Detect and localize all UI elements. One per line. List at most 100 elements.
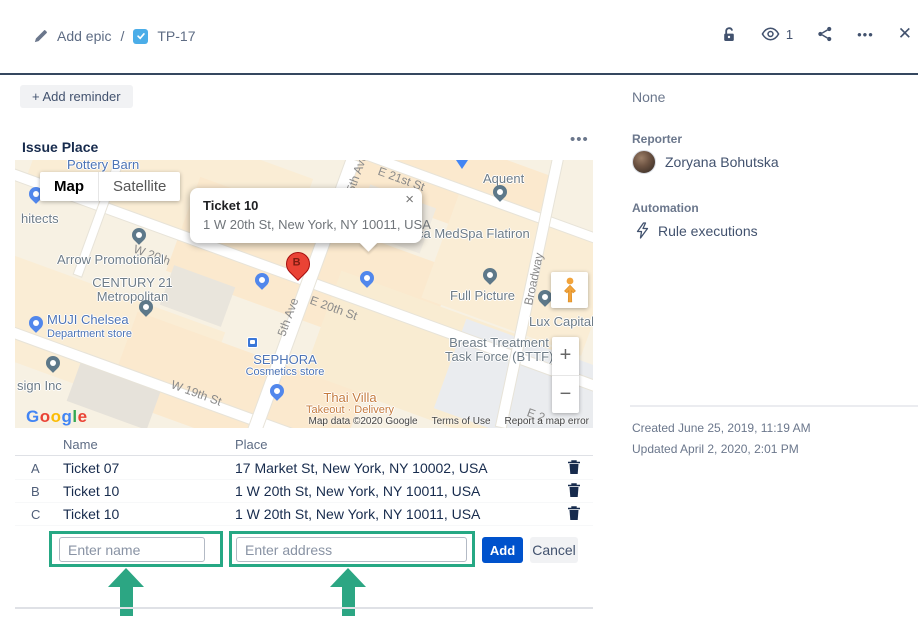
row-letter: A xyxy=(15,461,63,476)
poi-line: SEPHORA xyxy=(253,352,317,367)
poi-label: Aquent xyxy=(483,171,524,186)
poi-line: MUJI Chelsea xyxy=(47,312,129,327)
unlock-icon[interactable] xyxy=(721,26,737,43)
poi-label: CENTURY 21 Metropolitan xyxy=(65,276,200,304)
topbar-actions: 1 ••• ✕ xyxy=(721,24,912,44)
row-name: Ticket 07 xyxy=(63,460,235,476)
breadcrumb-add-epic[interactable]: Add epic xyxy=(57,28,111,44)
row-letter: B xyxy=(15,484,63,499)
info-window-close-icon[interactable]: × xyxy=(405,191,414,208)
trash-icon xyxy=(568,460,580,474)
poi-line: Department store xyxy=(47,327,132,341)
google-map[interactable]: W 20th E 20th St E 21st St W 19th St 5th… xyxy=(15,160,593,428)
poi-line: Task Force (BTTF) xyxy=(445,350,553,364)
delete-row-button[interactable] xyxy=(566,458,582,479)
poi-label: Breast Treatment Task Force (BTTF) xyxy=(445,336,553,364)
sidebar-divider xyxy=(630,405,918,407)
add-button[interactable]: Add xyxy=(482,537,523,563)
zoom-out-button[interactable]: − xyxy=(552,376,579,414)
row-place: 1 W 20th St, New York, NY 10011, USA xyxy=(235,483,555,499)
poi-line: Breast Treatment xyxy=(449,335,549,350)
breadcrumb: Add epic / TP-17 xyxy=(34,28,196,44)
watchers-button[interactable]: 1 xyxy=(761,27,793,42)
poi-label: MUJI Chelsea Department store xyxy=(47,313,132,341)
table-row: B Ticket 10 1 W 20th St, New York, NY 10… xyxy=(15,480,593,503)
poi-label: hitects xyxy=(21,211,59,226)
table-header: Name Place xyxy=(15,434,593,456)
satellite-button[interactable]: Satellite xyxy=(99,172,180,201)
breadcrumb-issue-key[interactable]: TP-17 xyxy=(157,28,195,44)
info-window-title: Ticket 10 xyxy=(203,198,258,213)
row-letter: C xyxy=(15,507,63,522)
issue-place-menu-icon[interactable]: ••• xyxy=(570,131,589,148)
rule-executions-text: Rule executions xyxy=(658,223,758,239)
lightning-icon xyxy=(636,222,649,239)
column-place: Place xyxy=(235,437,555,452)
poi-line: Thai Villa xyxy=(323,390,376,405)
poi-line: CENTURY 21 xyxy=(92,275,172,290)
issue-place-title: Issue Place xyxy=(22,139,98,155)
trash-icon xyxy=(568,506,580,520)
row-place: 17 Market St, New York, NY 10002, USA xyxy=(235,460,555,476)
top-bar: Add epic / TP-17 1 ••• ✕ xyxy=(0,0,918,75)
google-logo[interactable]: Google xyxy=(26,407,88,427)
delete-row-button[interactable] xyxy=(566,481,582,502)
rule-executions-link[interactable]: Rule executions xyxy=(636,222,758,239)
row-name: Ticket 10 xyxy=(63,506,235,522)
poi-label: Thai Villa Takeout · Delivery xyxy=(304,391,396,417)
poi-label: Pottery Barn xyxy=(67,160,139,172)
eye-icon xyxy=(761,27,780,41)
transit-icon xyxy=(247,337,258,348)
issue-detail-page: Add epic / TP-17 1 ••• ✕ + Add reminder … xyxy=(0,0,918,617)
address-input[interactable] xyxy=(236,537,467,562)
row-name: Ticket 10 xyxy=(63,483,235,499)
more-actions-icon[interactable]: ••• xyxy=(857,27,874,42)
map-arrow-icon xyxy=(456,160,468,169)
poi-label: Lux Capital xyxy=(529,314,593,329)
automation-label: Automation xyxy=(632,201,699,215)
poi-label: Arrow Promotional xyxy=(57,252,164,267)
poi-label: ca MedSpa Flatiron xyxy=(417,226,530,241)
report-error-link[interactable]: Report a map error xyxy=(505,416,589,427)
reporter-field[interactable]: Zoryana Bohutska xyxy=(632,150,779,174)
share-icon[interactable] xyxy=(817,26,833,42)
delete-row-button[interactable] xyxy=(566,504,582,525)
terms-link[interactable]: Terms of Use xyxy=(432,416,491,427)
map-info-window: Ticket 10 1 W 20th St, New York, NY 1001… xyxy=(190,188,422,243)
poi-line: Cosmetics store xyxy=(243,366,327,379)
info-window-address: 1 W 20th St, New York, NY 10011, USA xyxy=(203,217,431,232)
cancel-button[interactable]: Cancel xyxy=(530,537,578,563)
watchers-count: 1 xyxy=(786,27,793,42)
table-row: C Ticket 10 1 W 20th St, New York, NY 10… xyxy=(15,503,593,526)
table-row: A Ticket 07 17 Market St, New York, NY 1… xyxy=(15,457,593,480)
map-button[interactable]: Map xyxy=(40,172,99,201)
reporter-label: Reporter xyxy=(632,132,682,146)
updated-date: Updated April 2, 2020, 2:01 PM xyxy=(632,439,811,460)
column-name: Name xyxy=(63,437,235,452)
trash-icon xyxy=(568,483,580,497)
issue-dates: Created June 25, 2019, 11:19 AM Updated … xyxy=(632,418,811,460)
street-view-pegman[interactable] xyxy=(551,272,588,308)
section-divider xyxy=(15,607,593,609)
field-value-none[interactable]: None xyxy=(632,89,665,105)
pencil-icon xyxy=(34,29,48,43)
task-type-icon xyxy=(133,29,148,44)
row-place: 1 W 20th St, New York, NY 10011, USA xyxy=(235,506,555,522)
map-data-text: Map data ©2020 Google xyxy=(308,416,417,427)
poi-label: SEPHORA Cosmetics store xyxy=(243,353,327,379)
created-date: Created June 25, 2019, 11:19 AM xyxy=(632,418,811,439)
poi-label: Full Picture xyxy=(450,288,515,303)
zoom-control: + − xyxy=(552,337,579,413)
zoom-in-button[interactable]: + xyxy=(552,337,579,376)
breadcrumb-separator: / xyxy=(120,28,124,44)
add-reminder-button[interactable]: + Add reminder xyxy=(20,85,133,108)
pegman-icon xyxy=(562,277,578,303)
avatar xyxy=(632,150,656,174)
close-icon[interactable]: ✕ xyxy=(898,24,912,44)
poi-line: Metropolitan xyxy=(65,290,200,304)
name-input[interactable] xyxy=(59,537,205,562)
map-type-control: Map Satellite xyxy=(40,172,180,201)
poi-label: sign Inc xyxy=(17,378,62,393)
marker-letter: B xyxy=(286,257,308,269)
reporter-name: Zoryana Bohutska xyxy=(665,154,779,170)
